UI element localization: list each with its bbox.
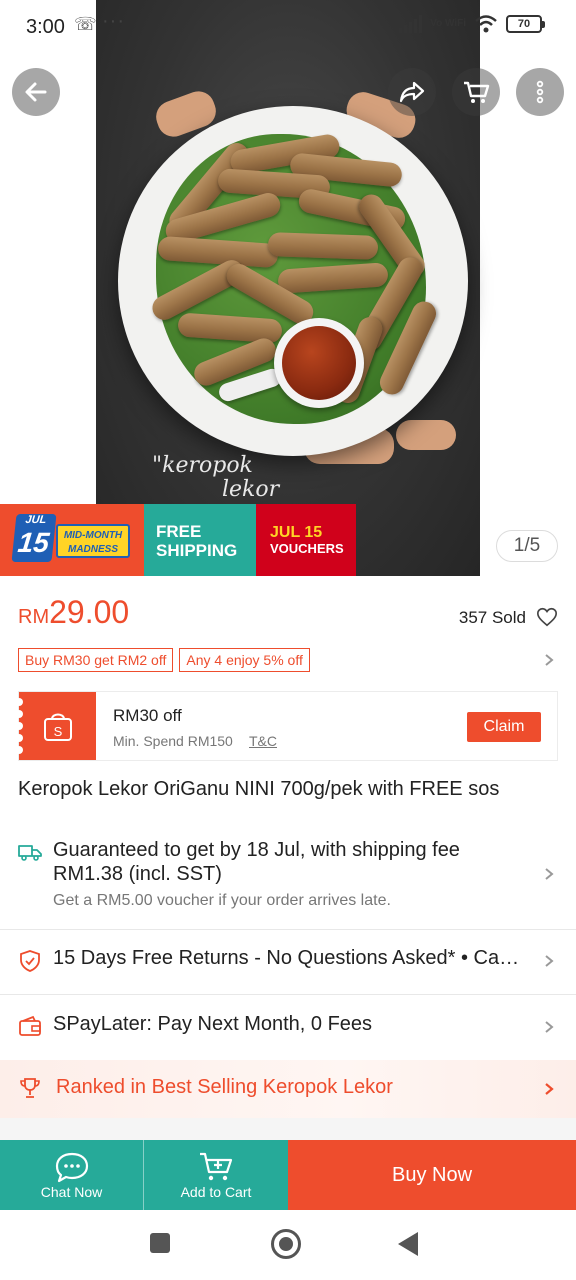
missed-call-icon: ☏ — [74, 14, 97, 34]
chat-now-label: Chat Now — [40, 1184, 103, 1200]
chevron-right-icon — [545, 1021, 554, 1033]
returns-row[interactable]: 15 Days Free Returns - No Questions Aske… — [0, 929, 576, 993]
promo-tag[interactable]: Any 4 enjoy 5% off — [179, 648, 310, 672]
add-cart-icon — [200, 1152, 233, 1181]
back-triangle-icon[interactable] — [398, 1232, 418, 1256]
bottom-action-bar: Chat Now Add to Cart Buy Now — [0, 1140, 576, 1210]
system-nav-bar — [0, 1210, 576, 1280]
chevron-right-icon — [545, 868, 554, 880]
shipping-voucher-note: Get a RM5.00 voucher if your order arriv… — [53, 892, 391, 909]
ranking-row[interactable]: Ranked in Best Selling Keropok Lekor — [0, 1060, 576, 1118]
svg-text:S: S — [54, 724, 63, 739]
voucher-min-spend: Min. Spend RM150 — [113, 733, 233, 749]
badge-month: JUL — [24, 514, 47, 526]
recent-apps-icon[interactable] — [150, 1233, 170, 1253]
back-button[interactable] — [12, 68, 60, 116]
price-amount: 29.00 — [49, 594, 130, 630]
free-shipping-badge: FREE SHIPPING — [144, 504, 256, 576]
free-shipping-line: FREE — [156, 522, 202, 541]
claim-button[interactable]: Claim — [467, 712, 541, 742]
mid-month-label: MID-MONTH MADNESS — [56, 524, 130, 558]
cart-button[interactable] — [452, 68, 500, 116]
more-notifications-icon: ··· — [102, 10, 125, 32]
back-arrow-icon — [25, 82, 47, 102]
section-gap — [0, 1118, 576, 1140]
plate — [118, 106, 468, 456]
badge-day: 15 — [16, 527, 51, 558]
shopee-bag-icon: S — [44, 713, 72, 741]
home-icon[interactable] — [271, 1229, 301, 1259]
truck-icon — [18, 845, 42, 861]
share-button[interactable] — [388, 68, 436, 116]
sold-count: 357 Sold — [458, 608, 526, 627]
add-to-cart-button[interactable]: Add to Cart — [144, 1140, 288, 1210]
promo-tag[interactable]: Buy RM30 get RM2 off — [18, 648, 174, 672]
product-price: RM29.00 — [18, 594, 129, 631]
heart-icon[interactable] — [536, 606, 558, 628]
wallet-icon — [19, 1015, 41, 1036]
share-icon — [399, 81, 425, 103]
chat-icon — [55, 1152, 88, 1183]
vowifi-icon: Vo WiFi — [430, 18, 466, 29]
cart-icon — [464, 81, 490, 103]
free-shipping-line: SHIPPING — [156, 541, 238, 560]
more-icon — [536, 80, 544, 104]
voucher-tnc-link[interactable]: T&C — [249, 733, 277, 749]
returns-text: 15 Days Free Returns - No Questions Aske… — [53, 947, 520, 969]
spaylater-text: SPayLater: Pay Next Month, 0 Fees — [53, 1013, 373, 1035]
sauce-bowl — [274, 318, 364, 408]
price-currency: RM — [18, 606, 50, 628]
mid-month-badge: JUL 15 MID-MONTH MADNESS — [0, 504, 144, 576]
signal-icon — [399, 15, 423, 33]
promo-tags[interactable]: Buy RM30 get RM2 off Any 4 enjoy 5% off — [18, 648, 310, 672]
vouchers-badge: JUL 15 VOUCHERS — [256, 504, 356, 576]
vouchers-line: JUL 15 — [270, 524, 323, 541]
voucher-title: RM30 off — [113, 706, 182, 725]
caption-line: "keropok — [152, 453, 253, 478]
wifi-icon — [475, 15, 497, 33]
keropok-stick — [267, 232, 379, 260]
shield-icon — [20, 950, 40, 972]
image-counter: 1/5 — [496, 530, 558, 562]
battery-icon: 70 — [506, 15, 545, 33]
vouchers-line: VOUCHERS — [270, 541, 344, 556]
caption-line: lekor — [222, 477, 280, 502]
jul15-badge: JUL 15 — [11, 514, 57, 562]
voucher-stub: S — [15, 692, 96, 760]
chat-now-button[interactable]: Chat Now — [0, 1140, 144, 1210]
trophy-icon — [20, 1078, 40, 1098]
shipping-info[interactable]: Guaranteed to get by 18 Jul, with shippi… — [0, 826, 576, 930]
chevron-right-icon — [545, 955, 554, 967]
chevron-right-icon[interactable] — [542, 653, 556, 667]
hand-shape — [396, 420, 456, 450]
add-to-cart-label: Add to Cart — [180, 1184, 252, 1200]
campaign-banner: JUL 15 MID-MONTH MADNESS FREE SHIPPING J… — [0, 504, 356, 576]
product-title: Keropok Lekor OriGanu NINI 700g/pek with… — [18, 778, 500, 800]
more-options-button[interactable] — [516, 68, 564, 116]
buy-now-button[interactable]: Buy Now — [288, 1140, 576, 1210]
spaylater-row[interactable]: SPayLater: Pay Next Month, 0 Fees — [0, 995, 576, 1059]
photo-caption: "keropok lekor — [152, 454, 279, 502]
status-bar: 3:00 ☏ ··· Vo WiFi 70 — [0, 0, 576, 56]
shipping-guarantee: Guaranteed to get by 18 Jul, with shippi… — [53, 839, 460, 885]
chevron-right-icon — [545, 1083, 554, 1095]
shop-voucher: S RM30 off Min. Spend RM150 T&C Claim — [15, 691, 558, 761]
status-time: 3:00 — [26, 16, 65, 38]
ranking-text: Ranked in Best Selling Keropok Lekor — [56, 1076, 393, 1098]
